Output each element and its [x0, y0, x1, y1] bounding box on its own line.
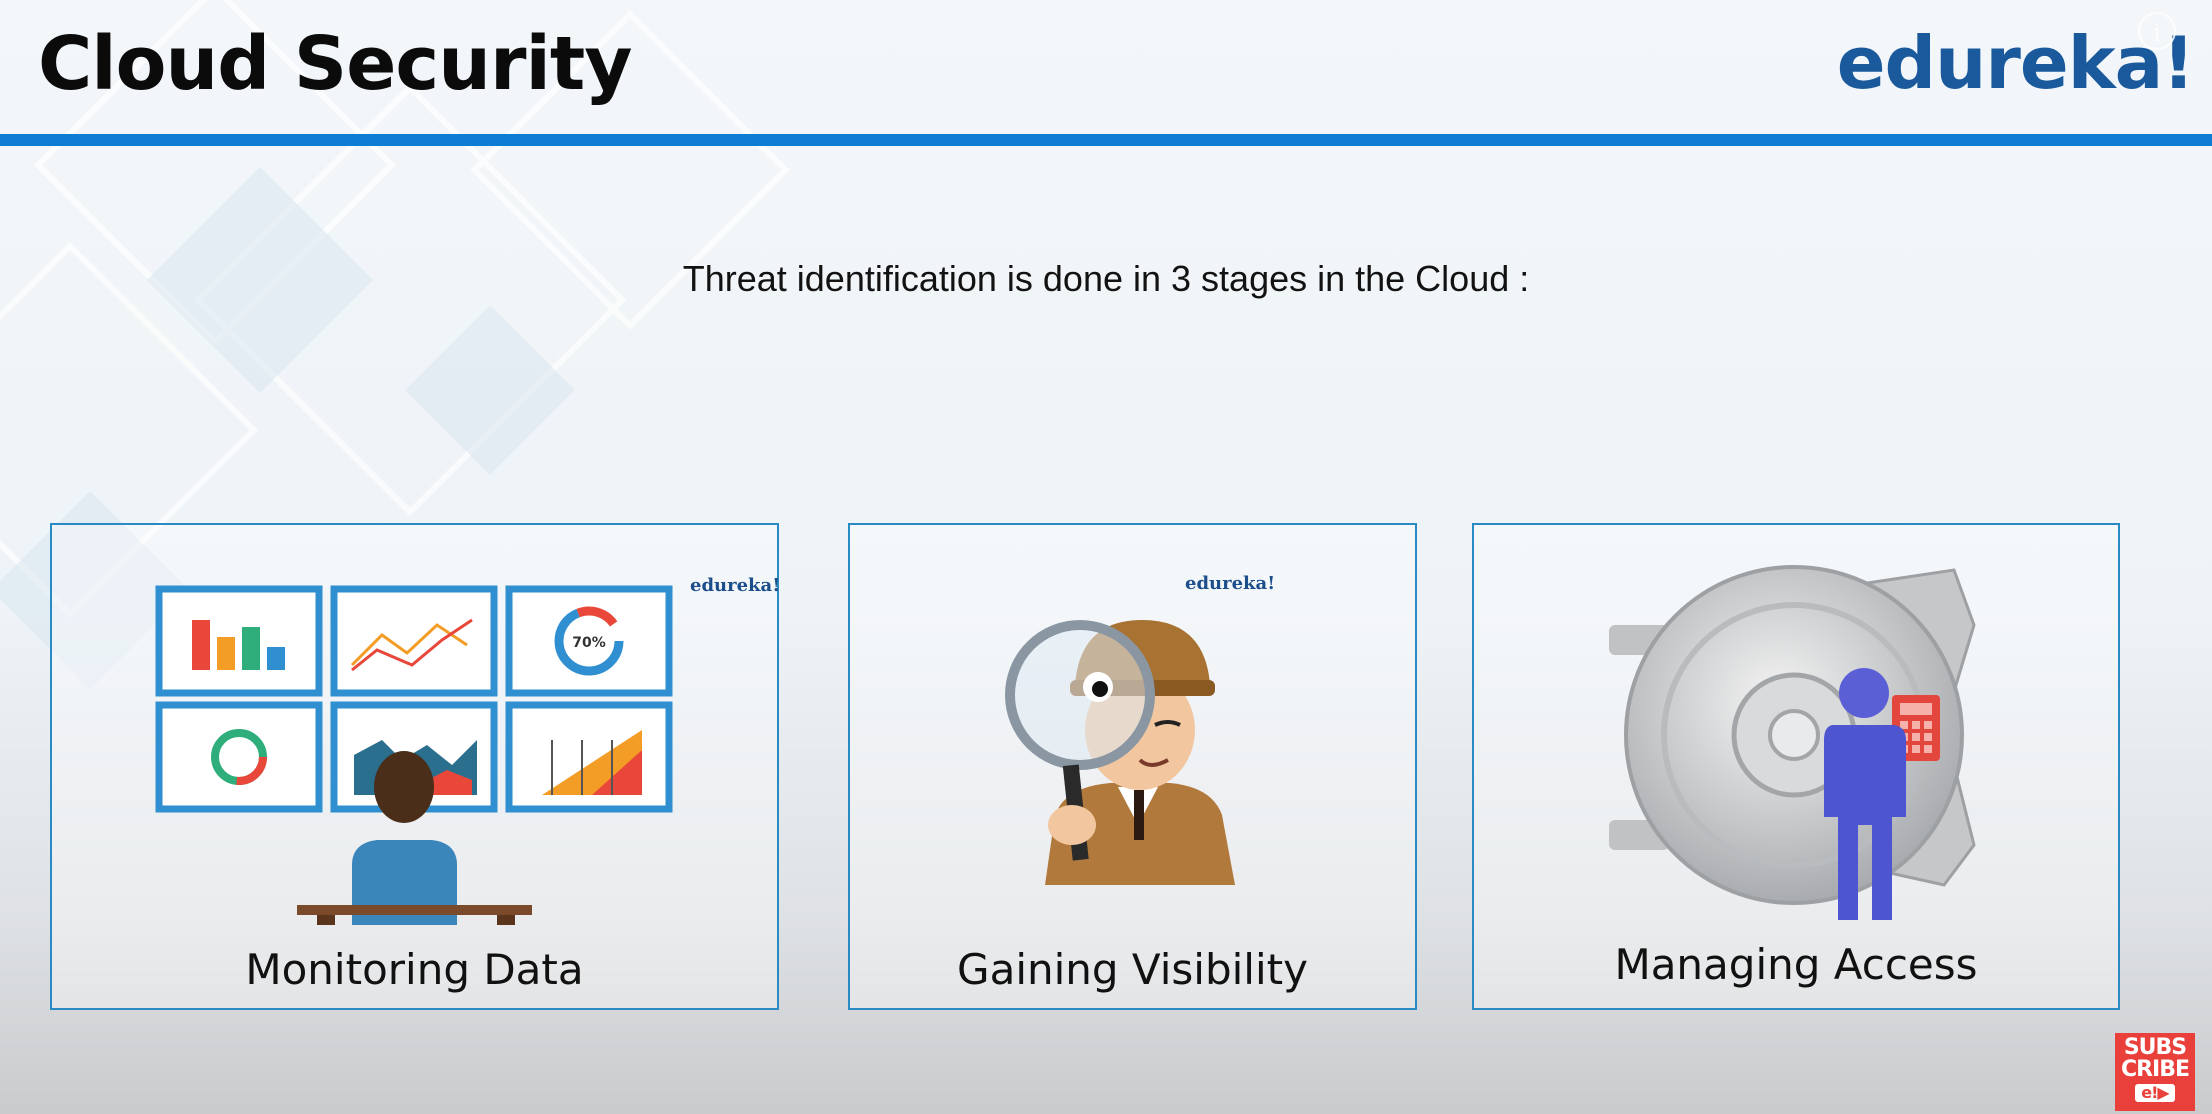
- gauge-percent-label: 70%: [572, 635, 606, 651]
- stage-card-gaining-visibility: edureka! Gaining Visibility: [848, 523, 1417, 1010]
- monitoring-dashboard-illustration: 70%: [155, 585, 673, 925]
- stage-label-managing-access: Managing Access: [1614, 940, 1978, 989]
- stage-card-monitoring-data: 70% edureka! Monitoring Data: [50, 523, 781, 1010]
- card-watermark: edureka!: [1185, 573, 1276, 594]
- card-watermark: edureka!: [690, 575, 781, 596]
- header-divider: [0, 134, 2212, 146]
- vault-access-illustration: [1609, 565, 1976, 920]
- subscribe-line-2: CRIBE: [2120, 1057, 2190, 1082]
- intro-text: Threat identification is done in 3 stage…: [682, 258, 1530, 299]
- stage-label-monitoring-data: Monitoring Data: [245, 945, 584, 994]
- subscribe-button[interactable]: SUBS CRIBE e!▶: [2115, 1033, 2195, 1111]
- stage-label-gaining-visibility: Gaining Visibility: [957, 945, 1308, 994]
- detective-magnifier-illustration: [1005, 620, 1235, 885]
- stage-card-managing-access: Managing Access: [1472, 523, 2120, 1010]
- subscribe-line-1: SUBS: [2123, 1035, 2187, 1060]
- info-icon[interactable]: i: [2138, 12, 2176, 50]
- slide-title: Cloud Security: [38, 21, 632, 107]
- subscribe-play-icon: e!▶: [2135, 1084, 2175, 1102]
